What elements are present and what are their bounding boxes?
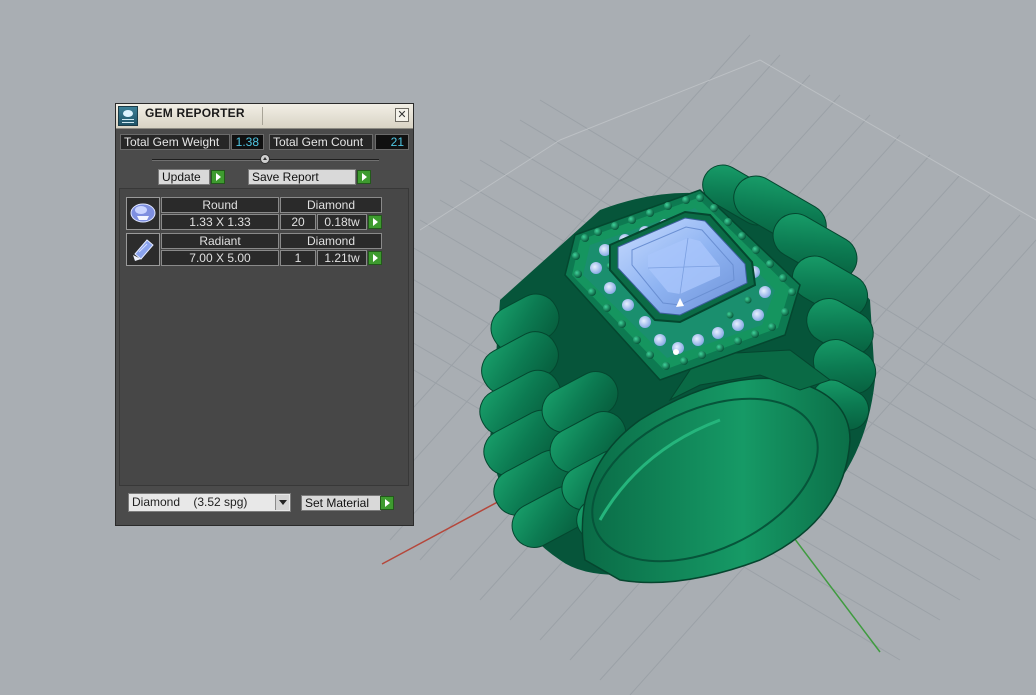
gem-row-go-arrow-icon[interactable]: [368, 215, 382, 229]
gem-size-cell: 1.33 X 1.33: [161, 214, 279, 230]
gem-list: Round Diamond 1.33 X 1.33 20 0.18tw Radi…: [119, 188, 409, 486]
gem-count-cell: 20: [280, 214, 316, 230]
save-report-button[interactable]: Save Report: [248, 169, 356, 185]
update-button[interactable]: Update: [158, 169, 210, 185]
panel-title-bar[interactable]: GEM REPORTER ✕: [116, 104, 413, 129]
radiant-gem-icon: [126, 233, 160, 266]
total-gem-weight-value: 1.38: [231, 134, 264, 150]
slider-knob-icon[interactable]: [260, 154, 270, 164]
gem-shape-cell: Radiant: [161, 233, 279, 249]
close-icon[interactable]: ✕: [395, 108, 409, 122]
material-dropdown[interactable]: Diamond (3.52 spg): [128, 493, 291, 512]
total-gem-count-label: Total Gem Count: [269, 134, 373, 150]
gem-material-cell: Diamond: [280, 233, 382, 249]
gem-material-cell: Diamond: [280, 197, 382, 213]
gem-row-go-arrow-icon[interactable]: [368, 251, 382, 265]
title-divider: [262, 107, 263, 125]
gem-size-cell: 7.00 X 5.00: [161, 250, 279, 266]
total-gem-count-value: 21: [375, 134, 409, 150]
gem-count-cell: 1: [280, 250, 316, 266]
gem-weight-cell: 0.18tw: [317, 214, 367, 230]
set-material-go-arrow-icon[interactable]: [380, 496, 394, 510]
gem-weight-cell: 1.21tw: [317, 250, 367, 266]
total-gem-weight-label: Total Gem Weight: [120, 134, 230, 150]
material-dropdown-value: Diamond (3.52 spg): [132, 495, 248, 509]
gem-reporter-icon: [118, 106, 138, 126]
gem-reporter-panel: GEM REPORTER ✕ Total Gem Weight 1.38 Tot…: [115, 103, 414, 526]
gem-row-round[interactable]: Round Diamond 1.33 X 1.33 20 0.18tw: [126, 197, 384, 231]
gem-row-radiant[interactable]: Radiant Diamond 7.00 X 5.00 1 1.21tw: [126, 233, 384, 267]
round-gem-icon: [126, 197, 160, 230]
set-material-button[interactable]: Set Material: [301, 495, 381, 511]
gem-shape-cell: Round: [161, 197, 279, 213]
update-go-arrow-icon[interactable]: [211, 170, 225, 184]
panel-title: GEM REPORTER: [145, 106, 245, 120]
save-report-go-arrow-icon[interactable]: [357, 170, 371, 184]
dropdown-arrow-icon[interactable]: [275, 495, 289, 510]
